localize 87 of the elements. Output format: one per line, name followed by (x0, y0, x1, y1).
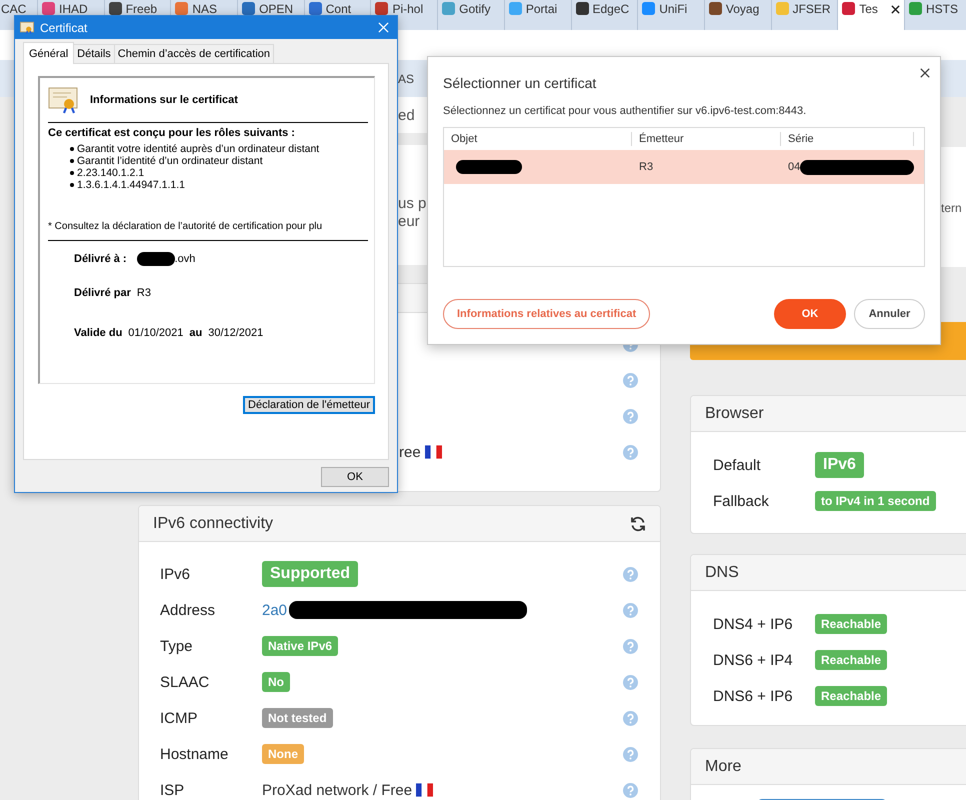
section-heading: Informations sur le certificat (90, 94, 238, 106)
flag-icon (424, 445, 442, 459)
row-label: Address (160, 602, 216, 618)
field-value: 30/12/2021 (208, 327, 264, 339)
row-label: DNS4 + IP6 (713, 616, 794, 632)
footnote-text: * Consultez la déclaration de l’autorité de certification pour plu (48, 221, 324, 232)
address-link[interactable]: 2a0 (262, 602, 288, 618)
purpose-item: Garantit votre identité auprès d’un ordinateur distant (77, 143, 320, 155)
field-value: 01/10/2021 (128, 327, 184, 339)
card-title: More (705, 758, 742, 776)
help-icon[interactable] (623, 782, 638, 798)
close-icon[interactable] (920, 68, 930, 78)
bullet-icon (70, 159, 74, 163)
status-badge: Native IPv6 (262, 636, 338, 656)
row-label: DNS6 + IP6 (713, 688, 794, 704)
row-label: DNS6 + IP4 (713, 652, 794, 668)
status-badge: None (262, 744, 304, 764)
bullet-icon (70, 183, 74, 187)
row-label: SLAAC (160, 674, 210, 690)
isp-text: ProXad network / Free (262, 782, 412, 798)
row-label: ISP (160, 782, 186, 798)
help-icon[interactable] (623, 444, 638, 460)
table-cell: R3 (639, 161, 654, 173)
ok-button[interactable]: OK (321, 467, 389, 487)
intro-text: eur (398, 213, 420, 231)
notice-text: ed (398, 106, 415, 124)
help-icon[interactable] (623, 408, 638, 424)
certificate-icon (48, 86, 80, 114)
dialog-tab[interactable]: Chemin d’accès de certification (114, 44, 274, 63)
field-label: Valide du (74, 327, 122, 339)
help-icon[interactable] (623, 566, 638, 582)
table-cell: 04 (788, 161, 800, 173)
intro-text: us p (398, 195, 426, 213)
isp-text: ree (399, 444, 421, 460)
redaction-mark (136, 252, 175, 266)
help-icon[interactable] (623, 674, 638, 690)
row-label: Fallback (713, 492, 770, 510)
flag-icon (416, 783, 434, 797)
close-icon[interactable] (890, 5, 900, 14)
status-badge: Reachable (815, 614, 888, 634)
status-badge: Not tested (262, 708, 333, 728)
bullet-icon (70, 147, 74, 151)
help-icon[interactable] (623, 372, 638, 388)
dialog-title: Sélectionner un certificat (443, 75, 598, 91)
field-label: au (189, 327, 202, 339)
field-label: Délivré par (74, 287, 131, 299)
field-label: Délivré à : (74, 253, 127, 265)
row-label: Default (713, 456, 762, 474)
field-value: .ovh (174, 253, 196, 265)
column-header: Série (781, 132, 914, 146)
status-badge: No (262, 672, 290, 692)
purpose-item: Garantit l’identité d’un ordinateur distant (77, 155, 263, 167)
purpose-heading: Ce certificat est conçu pour les rôles suivants : (48, 127, 296, 139)
purpose-item: 1.3.6.1.4.1.44947.1.1.1 (77, 179, 186, 191)
help-icon[interactable] (623, 746, 638, 762)
bullet-icon (70, 171, 74, 175)
status-badge: to IPv4 in 1 second (815, 491, 936, 511)
card-title: IPv6 connectivity (153, 514, 274, 532)
nav-link[interactable]: AS (398, 72, 414, 86)
window-title: Certificat (40, 20, 88, 34)
purpose-item: 2.23.140.1.2.1 (77, 167, 144, 179)
status-badge: IPv6 (815, 452, 864, 478)
row-label: Type (160, 638, 194, 654)
certificate-row[interactable]: R3 04 (444, 150, 924, 184)
status-badge: Reachable (815, 686, 888, 706)
column-header: Émetteur (632, 132, 781, 146)
card-title: DNS (705, 564, 739, 582)
browser-tab[interactable]: Tes (838, 0, 905, 30)
help-icon[interactable] (623, 602, 638, 618)
intro-text: tern (941, 201, 962, 215)
refresh-icon[interactable] (630, 516, 646, 532)
certificate-icon (20, 21, 34, 34)
card-title: Browser (705, 404, 764, 422)
status-badge: Reachable (815, 650, 888, 670)
row-label: Hostname (160, 746, 230, 762)
status-badge: Supported (262, 561, 358, 587)
dialog-tab[interactable]: Général (23, 42, 74, 64)
help-icon[interactable] (623, 638, 638, 654)
help-icon[interactable] (623, 710, 638, 726)
cancel-button[interactable]: Annuler (854, 299, 925, 329)
column-header: Objet (444, 132, 632, 146)
row-label: IPv6 (160, 566, 192, 582)
issuer-statement-button[interactable]: Déclaration de l'émetteur (243, 396, 375, 414)
row-label: ICMP (160, 710, 198, 726)
redaction-mark (456, 160, 522, 174)
dialog-message: Sélectionnez un certificat pour vous authentifier sur v6.ipv6-test.com:8443. (443, 105, 808, 117)
field-value: R3 (136, 287, 151, 299)
